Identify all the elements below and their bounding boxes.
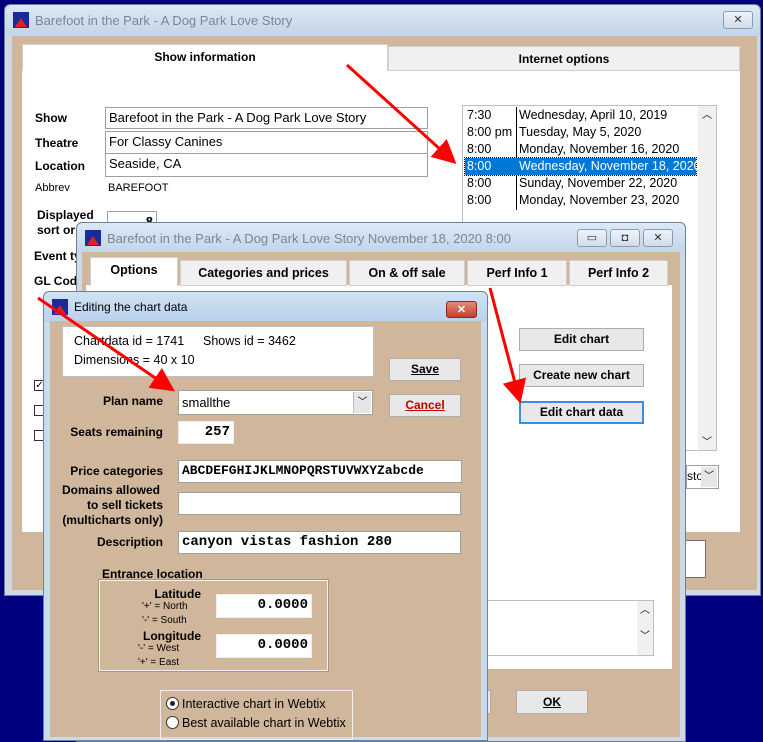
- arrow-to-selected-performance: [345, 63, 457, 165]
- arrow-to-edit-chart-data: [488, 287, 527, 404]
- annotation-arrows: [37, 63, 527, 404]
- arrow-to-plan-name: [37, 296, 175, 392]
